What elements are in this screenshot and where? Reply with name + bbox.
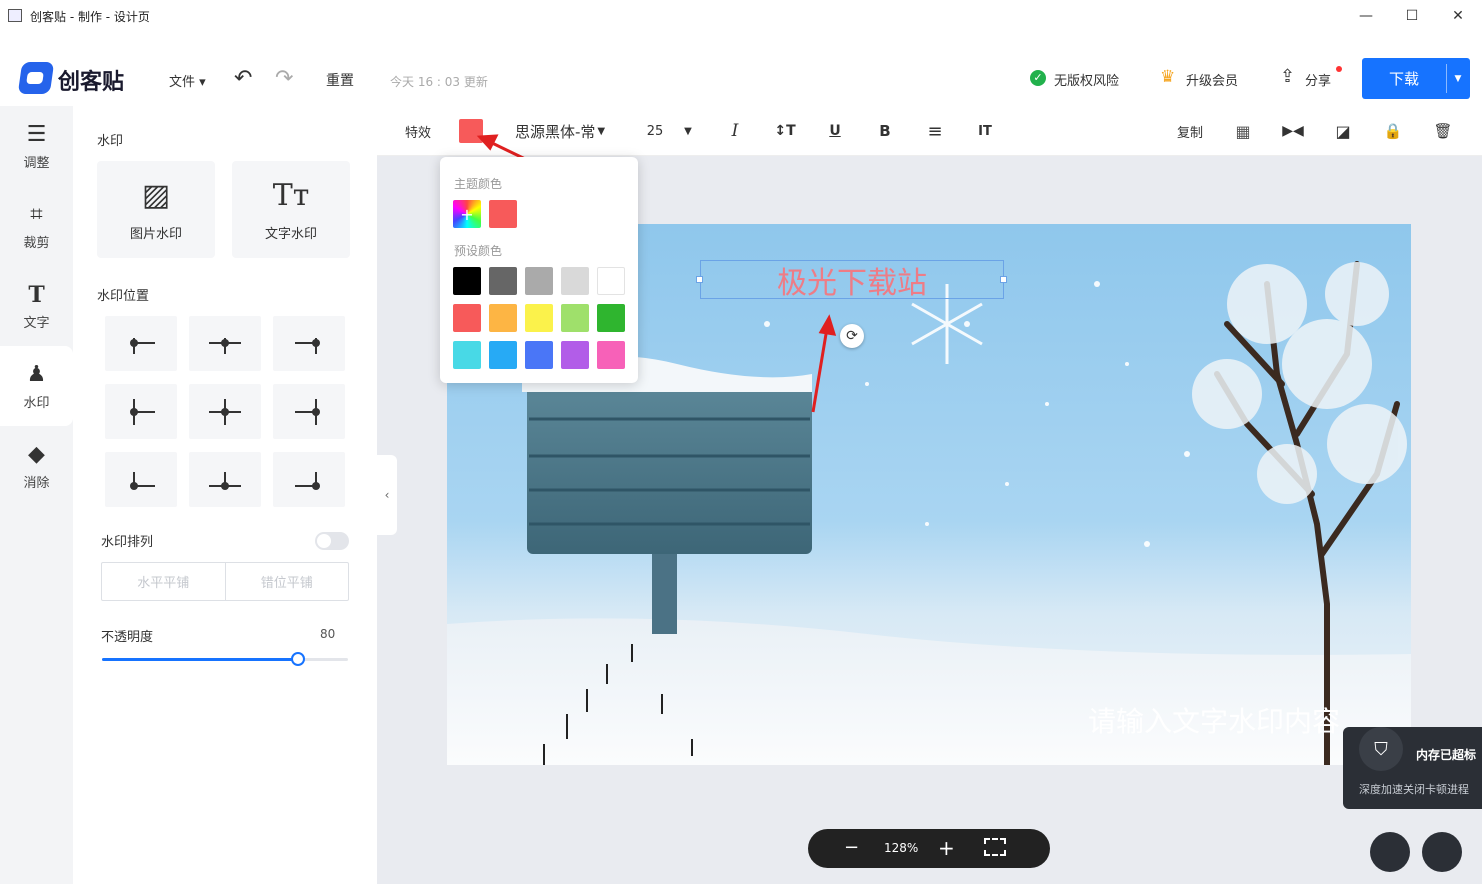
preset-color-swatch[interactable]: [561, 267, 589, 295]
preset-color-swatch[interactable]: [453, 304, 481, 332]
annotation-arrows: [476, 134, 837, 413]
zoom-in-button[interactable]: +: [938, 836, 955, 860]
color-picker-popup: 主题颜色 + 预设颜色: [440, 157, 638, 383]
preset-color-swatch[interactable]: [597, 304, 625, 332]
preset-color-swatch[interactable]: [597, 341, 625, 369]
zoom-out-button[interactable]: −: [844, 837, 859, 858]
memory-notification[interactable]: ⛉ 内存已超标 深度加速关闭卡顿进程: [1343, 727, 1482, 809]
shield-icon: ⛉: [1359, 727, 1403, 771]
preset-color-swatch[interactable]: [561, 341, 589, 369]
theme-color-swatch[interactable]: [489, 200, 517, 228]
custom-color-picker-icon[interactable]: +: [453, 200, 481, 228]
preset-color-swatch[interactable]: [561, 304, 589, 332]
notification-title: 内存已超标: [1416, 748, 1477, 762]
preset-color-swatch[interactable]: [525, 267, 553, 295]
zoom-bar: − 128% +: [808, 829, 1050, 868]
floating-button[interactable]: [1422, 832, 1462, 872]
preset-color-swatch[interactable]: [489, 304, 517, 332]
notification-body: 深度加速关闭卡顿进程: [1359, 783, 1469, 796]
floating-button[interactable]: [1370, 832, 1410, 872]
preset-color-swatch[interactable]: [597, 267, 625, 295]
preset-color-swatch[interactable]: [453, 267, 481, 295]
preset-color-swatch[interactable]: [525, 341, 553, 369]
preset-color-grid: [453, 267, 633, 372]
preset-color-swatch[interactable]: [453, 341, 481, 369]
preset-color-swatch[interactable]: [525, 304, 553, 332]
preset-color-swatch[interactable]: [489, 267, 517, 295]
fit-screen-icon[interactable]: [984, 838, 1006, 856]
preset-colors-title: 预设颜色: [454, 244, 503, 258]
zoom-level: 128%: [884, 841, 919, 855]
theme-colors-title: 主题颜色: [454, 177, 503, 191]
preset-color-swatch[interactable]: [489, 341, 517, 369]
